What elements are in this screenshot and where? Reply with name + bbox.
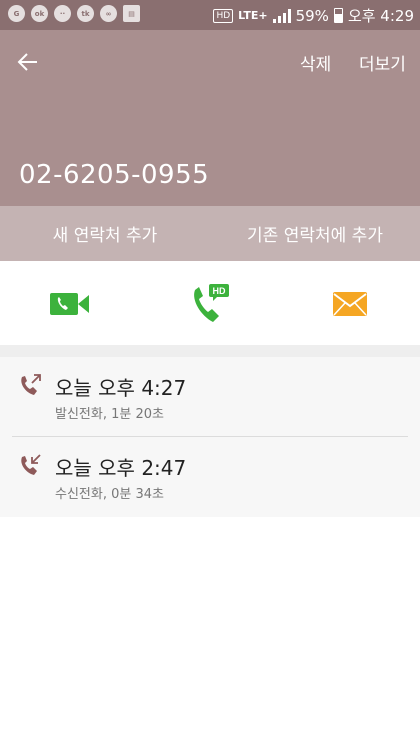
hd-voice-indicator: HD <box>213 8 234 23</box>
back-button[interactable] <box>12 46 44 78</box>
message-envelope-icon <box>333 292 367 316</box>
clipboard-icon: ▤ <box>123 5 140 22</box>
contact-actions: HD <box>0 261 420 345</box>
status-notification-icons: G ok ·· tk ∞ ▤ <box>8 5 140 22</box>
network-type: LTE+ <box>238 9 268 22</box>
hd-voice-call-button[interactable]: HD <box>185 279 235 329</box>
battery-icon <box>333 8 343 23</box>
outgoing-call-icon <box>21 374 41 395</box>
contact-header: 삭제 더보기 02-6205-0955 <box>0 30 420 206</box>
hd-voice-call-icon: HD <box>194 284 229 322</box>
call-log-item[interactable]: 오늘 오후 4:27 발신전화, 1분 20초 <box>0 357 420 437</box>
video-call-icon <box>50 293 89 315</box>
more-button[interactable]: 더보기 <box>359 50 406 75</box>
wechat-icon: ∞ <box>100 5 117 22</box>
section-divider <box>0 345 420 357</box>
status-bar: G ok ·· tk ∞ ▤ HD LTE+ 59% 오후 4:29 <box>0 0 420 30</box>
kakao-icon: ok <box>31 5 48 22</box>
call-detail: 발신전화, 1분 20초 <box>55 407 164 422</box>
call-log-item[interactable]: 오늘 오후 2:47 수신전화, 0분 34초 <box>0 437 420 517</box>
delete-button[interactable]: 삭제 <box>300 50 331 75</box>
add-new-contact-button[interactable]: 새 연락처 추가 <box>0 206 210 261</box>
call-detail: 수신전화, 0분 34초 <box>55 487 164 502</box>
video-call-button[interactable] <box>45 279 95 329</box>
call-log-list: 오늘 오후 4:27 발신전화, 1분 20초 오늘 오후 2:47 수신전화,… <box>0 357 420 517</box>
notification-icon: G <box>8 5 25 22</box>
status-system-area: HD LTE+ 59% 오후 4:29 <box>213 5 414 26</box>
status-clock: 오후 4:29 <box>347 7 414 25</box>
call-time: 오늘 오후 4:27 <box>55 376 187 400</box>
hd-badge: HD <box>213 286 226 296</box>
talk-icon: tk <box>77 5 94 22</box>
call-time: 오늘 오후 2:47 <box>55 456 187 480</box>
battery-percent: 59% <box>295 6 329 25</box>
chat-icon: ·· <box>54 5 71 22</box>
add-to-existing-contact-button[interactable]: 기존 연락처에 추가 <box>210 206 420 261</box>
add-contact-bar: 새 연락처 추가 기존 연락처에 추가 <box>0 206 420 261</box>
arrow-left-icon <box>17 53 37 71</box>
incoming-call-icon <box>21 454 41 475</box>
phone-number: 02-6205-0955 <box>19 160 210 190</box>
send-message-button[interactable] <box>325 279 375 329</box>
signal-icon <box>272 8 291 23</box>
